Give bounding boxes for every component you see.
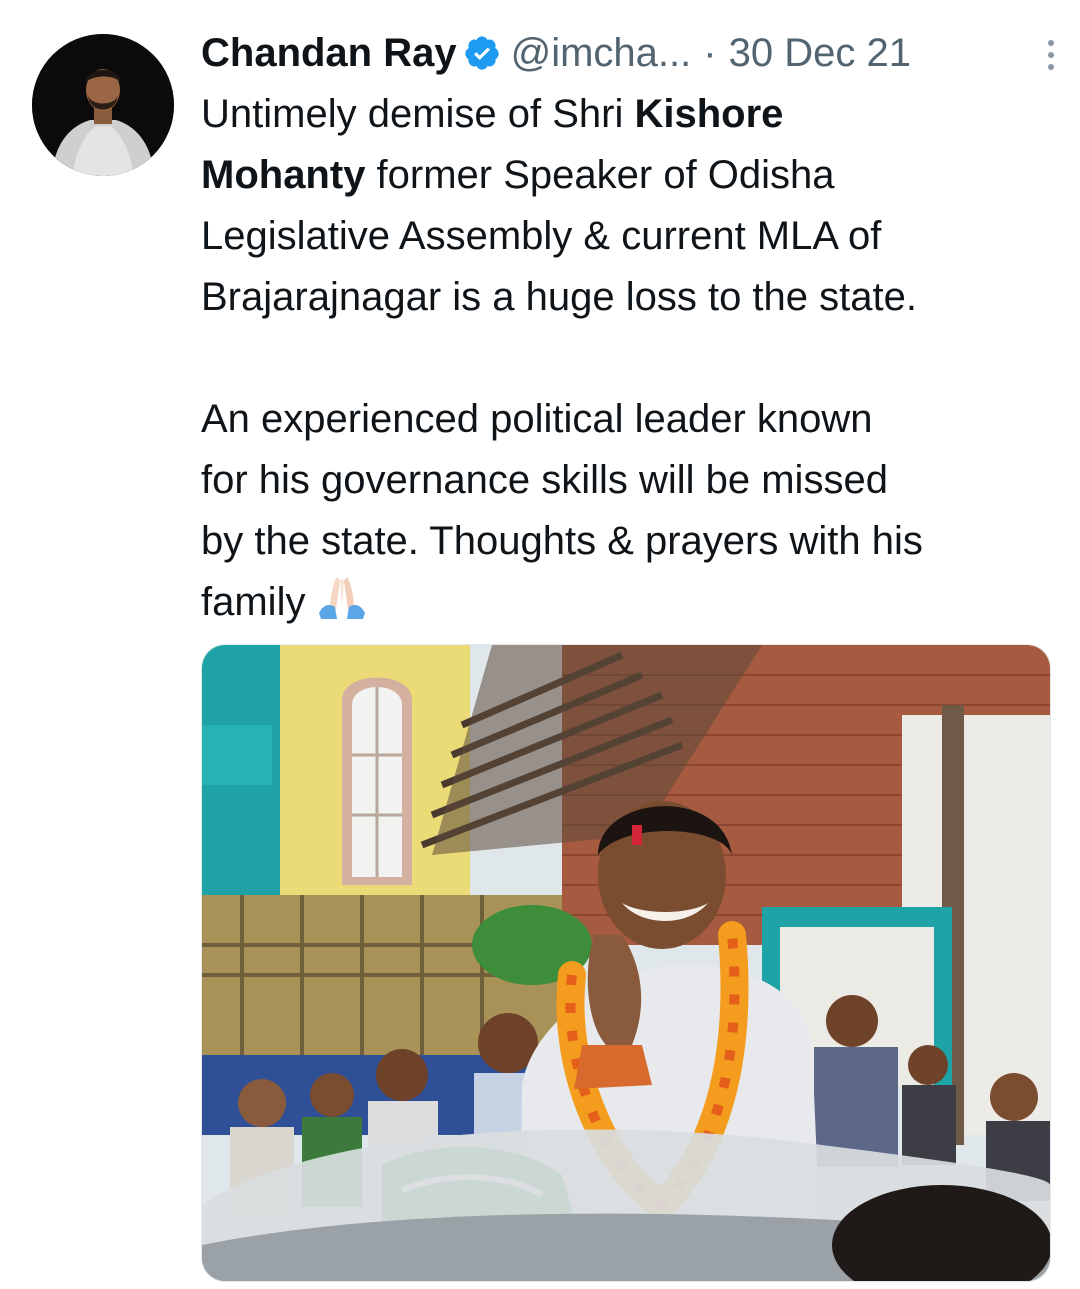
text-span: family — [201, 580, 306, 624]
text-bold: Kishore — [634, 92, 784, 136]
text-line: Mohanty former Speaker of Odisha — [201, 145, 1061, 206]
tweet-header: Chandan Ray @imcha... · 30 Dec 21 — [201, 24, 1061, 82]
tweet-date[interactable]: 30 Dec 21 — [729, 31, 911, 76]
text-line: Legislative Assembly & current MLA of — [201, 214, 882, 258]
avatar-image — [32, 34, 174, 176]
separator: · — [703, 30, 717, 75]
text-span: Untimely demise of Shri — [201, 92, 635, 136]
text-line: for his governance skills will be missed — [201, 458, 888, 502]
text-bold: Mohanty — [201, 153, 366, 197]
folded-hands-emoji-icon — [315, 573, 369, 621]
author-name[interactable]: Chandan Ray — [201, 31, 457, 76]
verified-badge-icon — [463, 34, 501, 72]
author-handle[interactable]: @imcha... — [511, 31, 692, 76]
tweet-photo[interactable] — [201, 644, 1051, 1282]
photo-image — [202, 645, 1050, 1281]
more-options-icon[interactable] — [1041, 36, 1061, 76]
text-span: former Speaker of Odisha — [365, 153, 835, 197]
avatar[interactable] — [32, 34, 174, 176]
tweet-text: Untimely demise of Shri Kishore Mohanty … — [201, 84, 1061, 633]
text-line: Brajarajnagar is a huge loss to the stat… — [201, 275, 917, 319]
text-line: family — [201, 572, 1061, 633]
text-line: An experienced political leader known — [201, 397, 873, 441]
text-line: by the state. Thoughts & prayers with hi… — [201, 519, 923, 563]
tweet[interactable]: Chandan Ray @imcha... · 30 Dec 21 Untime… — [0, 0, 1080, 1289]
text-line: Untimely demise of Shri Kishore — [201, 84, 1061, 145]
